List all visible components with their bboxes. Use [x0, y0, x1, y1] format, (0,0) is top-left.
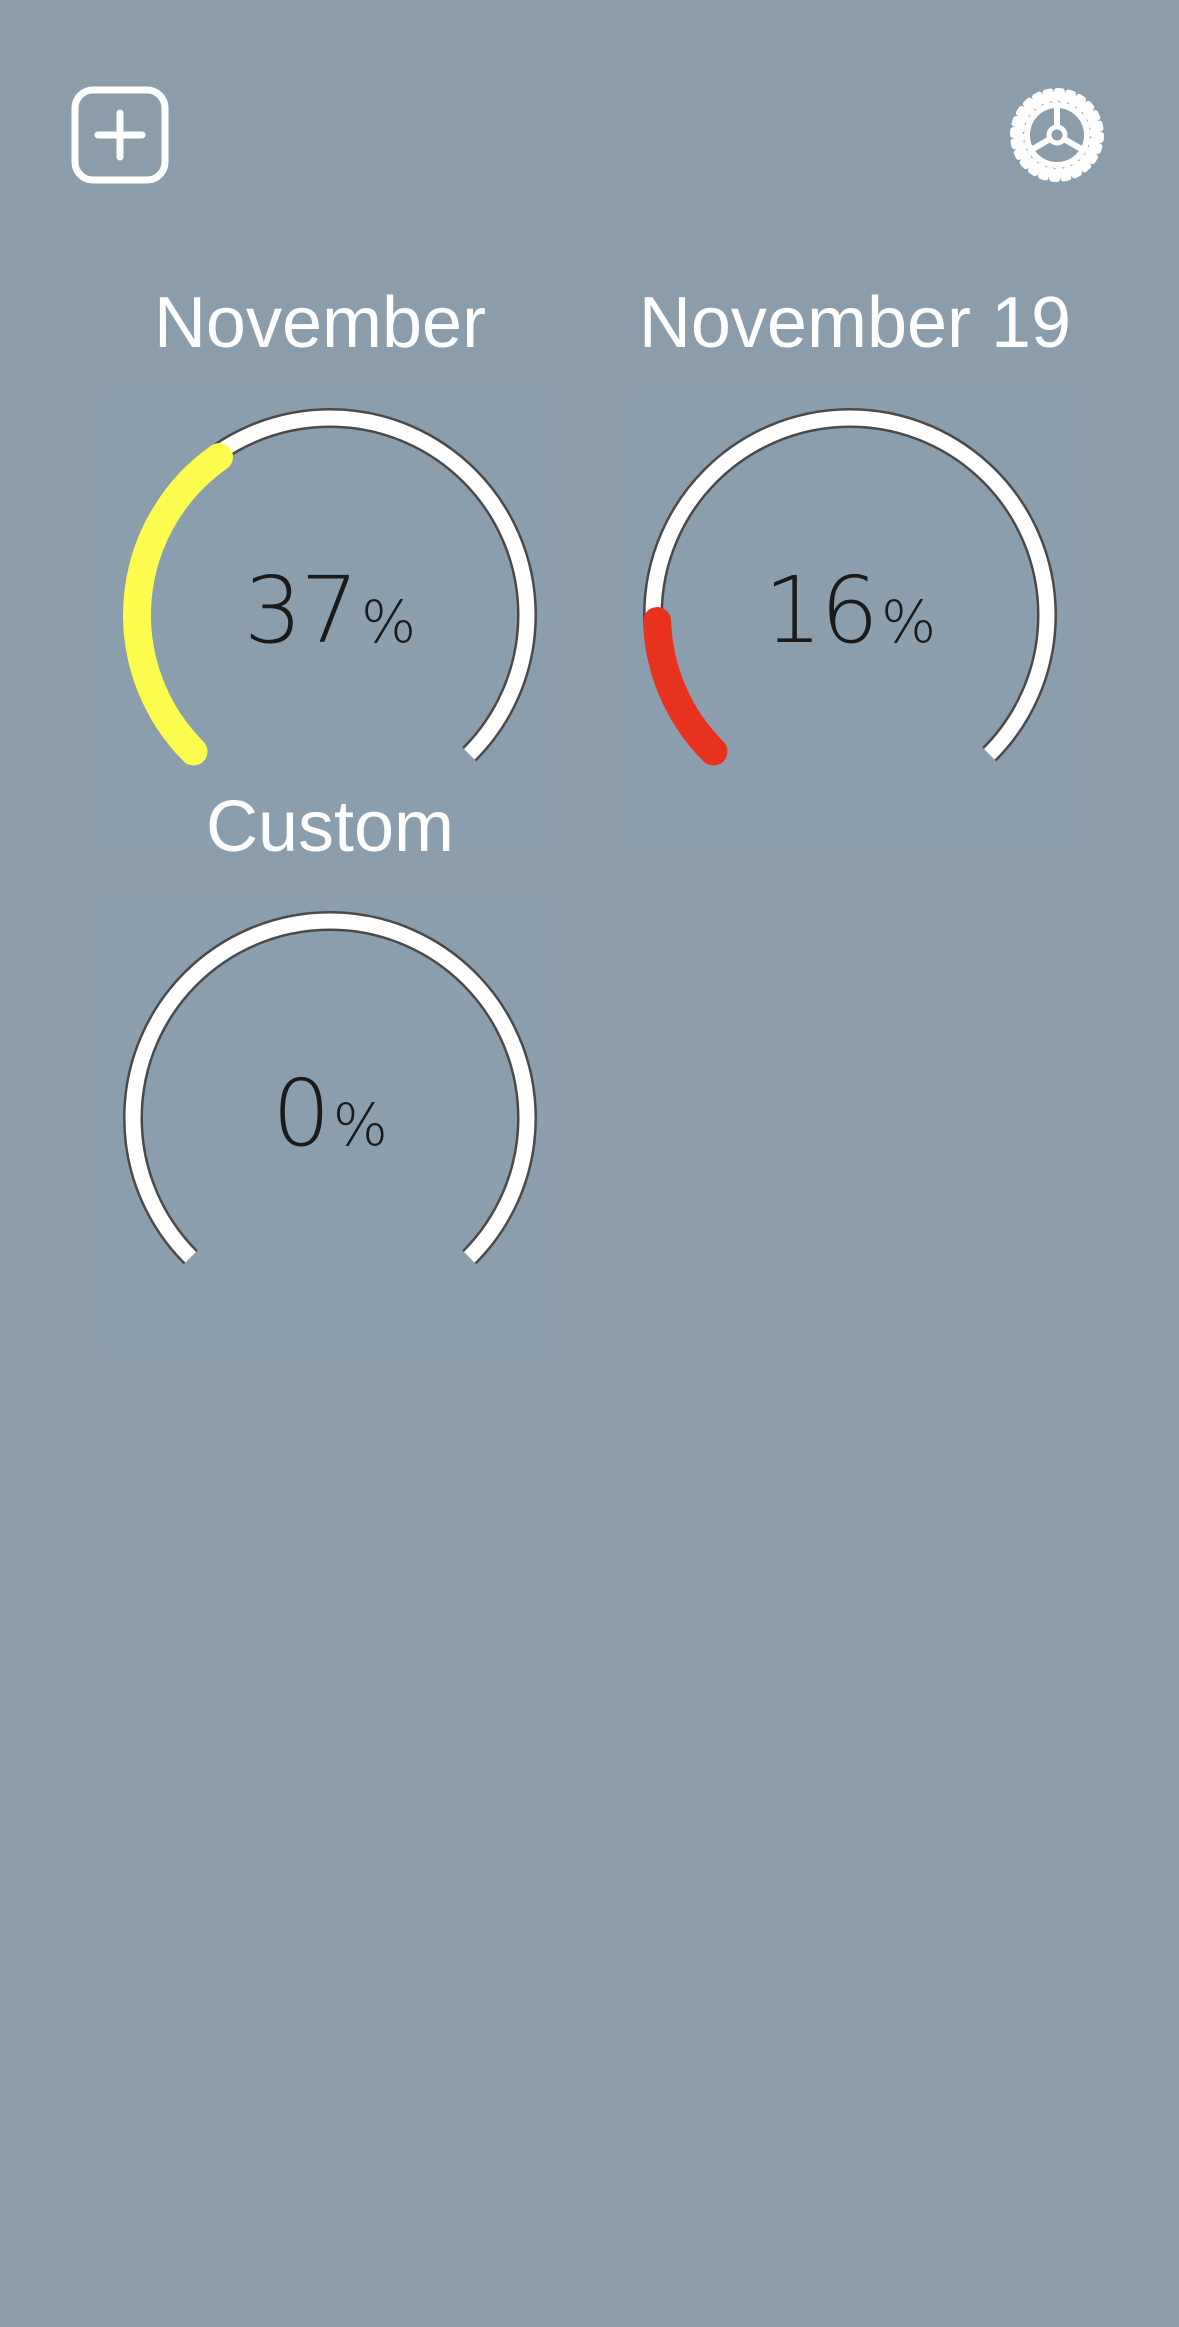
gauge-november[interactable]: 37%: [105, 395, 555, 845]
gear-hub: [1046, 124, 1068, 146]
gauge-value: 0%: [105, 1068, 555, 1160]
gauge-value-unit: %: [360, 588, 417, 656]
gauge-november-19[interactable]: 16%: [625, 395, 1075, 845]
gauge-value-unit: %: [880, 588, 937, 656]
plus-square-icon: [71, 86, 169, 184]
gauge-title-november: November: [153, 283, 487, 363]
gauge-value: 37%: [105, 565, 555, 657]
add-button[interactable]: [70, 85, 170, 185]
gauge-value-number: 16: [763, 557, 879, 664]
gauge-value-number: 0: [272, 1060, 331, 1167]
settings-button[interactable]: [1002, 80, 1112, 190]
gauge-value-number: 37: [243, 557, 359, 664]
gauge-custom[interactable]: 0%: [105, 898, 555, 1348]
gauge-value: 16%: [625, 565, 1075, 657]
gauge-value-unit: %: [332, 1091, 388, 1159]
gauge-title-november-19: November 19: [638, 283, 1072, 363]
gear-icon: [1010, 88, 1104, 182]
gauge-title-custom: Custom: [205, 787, 455, 867]
